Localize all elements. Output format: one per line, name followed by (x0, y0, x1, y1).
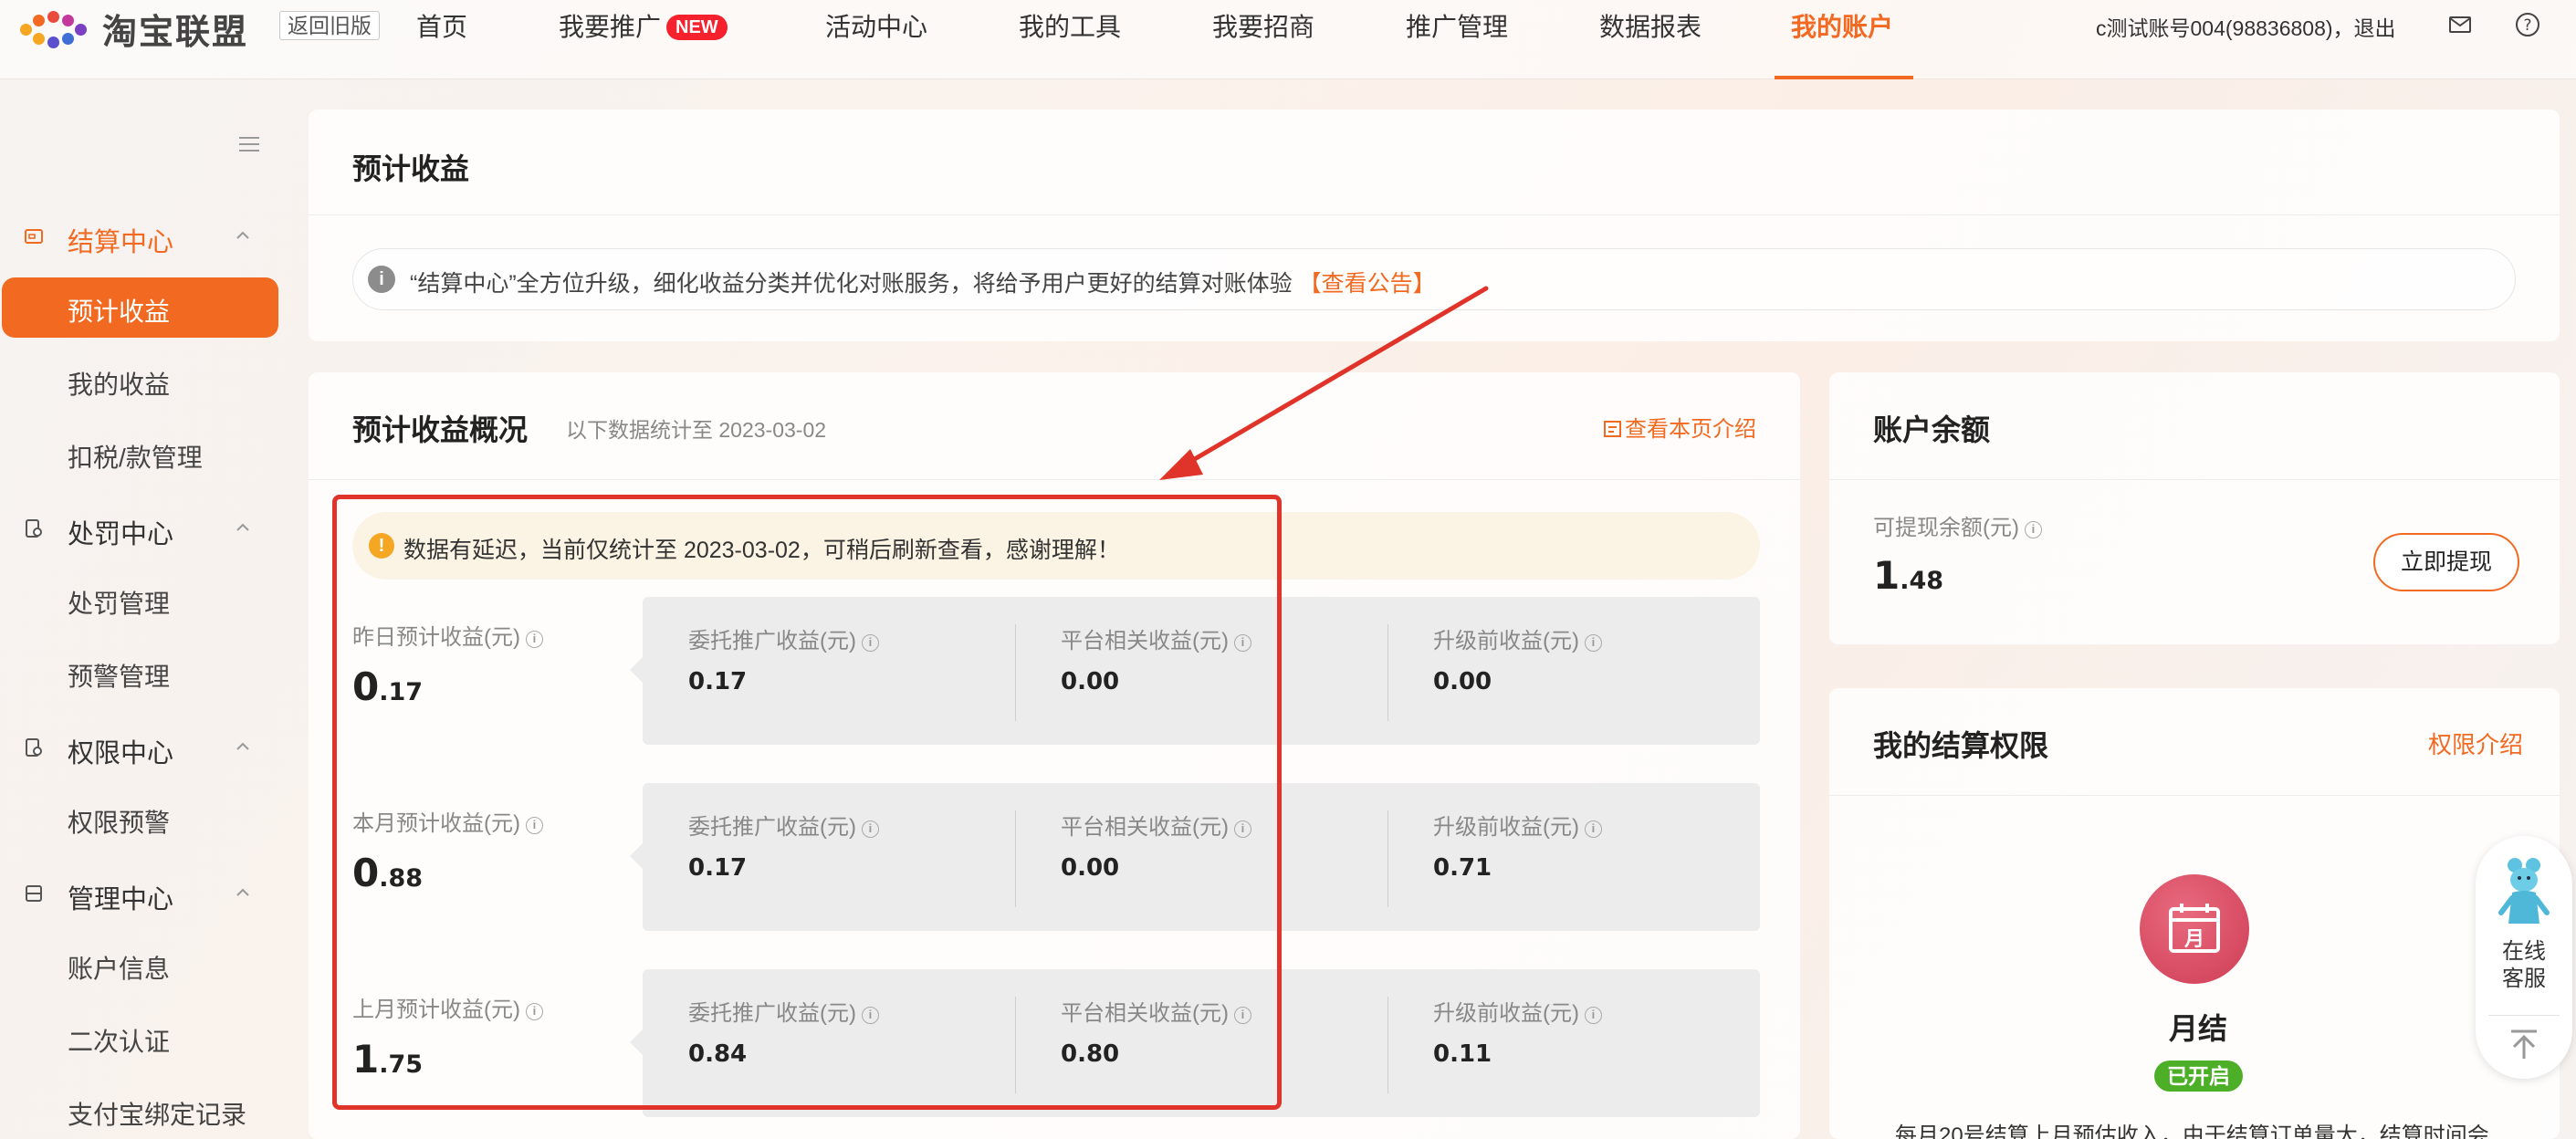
top-nav: 淘宝联盟 返回旧版 首页 我要推广 NEW 活动中心 我的工具 我要招商 推广管理… (0, 0, 2576, 79)
overview-subtitle: 以下数据统计至 2023-03-02 (566, 418, 827, 442)
nav-promote-label: 我要推广 (559, 13, 662, 41)
upgrade-notice: i “结算中心”全方位升级，细化收益分类并优化对账服务，将给予用户更好的结算对账… (352, 248, 2516, 310)
floating-service-panel: 在线 客服 (2476, 836, 2572, 1079)
breakdown-label: 升级前收益(元) i (1433, 622, 1602, 654)
online-service-label: 在线 客服 (2502, 939, 2546, 991)
withdrawable-value: 1.48 (1873, 553, 1944, 598)
sidebar-item-alipay-binding[interactable]: 支付宝绑定记录 (68, 1095, 246, 1132)
chevron-up-icon (236, 231, 249, 239)
page-intro-link[interactable]: 查看本页介绍 (1603, 411, 1756, 443)
sidebar-group-permission[interactable]: 权限中心 (0, 725, 292, 770)
new-badge: NEW (666, 15, 728, 40)
sidebar-item-estimated-income[interactable]: 预计收益 (2, 277, 278, 338)
chevron-up-icon (236, 742, 249, 750)
page-intro-label: 查看本页介绍 (1625, 417, 1756, 442)
sidebar-item-account-info[interactable]: 账户信息 (68, 949, 170, 986)
mascot-icon (2498, 858, 2550, 924)
sidebar-item-my-income[interactable]: 我的收益 (68, 365, 170, 402)
sidebar-group-label: 结算中心 (68, 228, 174, 257)
sidebar-group-management[interactable]: 管理中心 (0, 871, 292, 916)
page-title: 预计收益 (352, 152, 470, 185)
withdraw-button[interactable]: 立即提现 (2373, 533, 2519, 591)
settlement-type: 月结 (2169, 1012, 2228, 1045)
logo-icon (20, 9, 95, 49)
view-announcement-link[interactable]: 【查看公告】 (1299, 271, 1436, 297)
breakdown-value: 0.71 (1433, 854, 1492, 882)
nav-promote[interactable]: 我要推广 NEW (559, 7, 728, 44)
status-badge: 已开启 (2154, 1061, 2243, 1092)
sidebar-item-warning-management[interactable]: 预警管理 (68, 657, 170, 694)
breakdown-value: 0.00 (1433, 668, 1492, 695)
permission-icon (26, 738, 42, 757)
nav-reports[interactable]: 数据报表 (1599, 7, 1702, 44)
settlement-rights-card: 我的结算权限 权限介绍 月 月结 已开启 每月20号结算上月预估收入，由于结算订… (1829, 688, 2560, 1139)
sidebar: 结算中心 预计收益 我的收益 扣税/款管理 处罚中心 处罚管理 预警管理 权限中… (0, 80, 292, 1139)
rights-intro-link[interactable]: 权限介绍 (2428, 726, 2523, 760)
online-service-button[interactable]: 在线 客服 (2476, 836, 2572, 1015)
notice-text: “结算中心”全方位升级，细化收益分类并优化对账服务，将给予用户更好的结算对账体验 (410, 271, 1293, 297)
sidebar-group-label: 管理中心 (68, 885, 174, 914)
breakdown-label: 升级前收益(元) i (1433, 809, 1602, 841)
chevron-up-icon (236, 888, 249, 896)
sidebar-item-two-factor[interactable]: 二次认证 (68, 1022, 170, 1059)
svg-text:月: 月 (2183, 928, 2204, 951)
monthly-calendar-icon: 月 (2140, 874, 2249, 984)
nav-merchants[interactable]: 我要招商 (1212, 7, 1314, 44)
user-logout-link[interactable]: c测试账号004(98836808)，退出 (2096, 11, 2396, 42)
info-icon: i (368, 266, 395, 293)
menu-collapse-icon[interactable] (239, 135, 261, 153)
intro-icon (1604, 421, 1621, 437)
withdrawable-label: 可提现余额(元) i (1873, 509, 2042, 541)
help-icon[interactable]: ? (2514, 11, 2541, 38)
sidebar-item-penalty-management[interactable]: 处罚管理 (68, 584, 170, 621)
sidebar-group-label: 权限中心 (68, 739, 174, 768)
nav-activities[interactable]: 活动中心 (825, 7, 927, 44)
management-icon (26, 885, 42, 902)
back-to-top-icon[interactable] (2506, 1026, 2542, 1062)
chevron-up-icon (236, 523, 249, 531)
logo[interactable]: 淘宝联盟 (20, 4, 248, 54)
page-header-card: 预计收益 i “结算中心”全方位升级，细化收益分类并优化对账服务，将给予用户更好… (309, 110, 2560, 341)
sidebar-group-penalty[interactable]: 处罚中心 (0, 506, 292, 551)
breakdown-value: 0.11 (1433, 1040, 1492, 1068)
question-icon[interactable]: i (1584, 1007, 1602, 1024)
mail-icon[interactable] (2446, 11, 2474, 38)
question-icon[interactable]: i (1584, 634, 1602, 652)
question-icon[interactable]: i (1584, 820, 1602, 838)
overview-title: 预计收益概况 (352, 413, 529, 446)
account-balance-card: 账户余额 可提现余额(元) i 1.48 立即提现 (1829, 372, 2560, 644)
sidebar-item-permission-warning[interactable]: 权限预警 (68, 803, 170, 840)
sidebar-group-settlement[interactable]: 结算中心 (0, 214, 292, 259)
nav-tools[interactable]: 我的工具 (1019, 7, 1121, 44)
question-icon[interactable]: i (2024, 521, 2042, 538)
return-old-version-button[interactable]: 返回旧版 (279, 11, 380, 40)
sidebar-item-label: 预计收益 (68, 298, 171, 326)
sidebar-group-label: 处罚中心 (68, 520, 174, 549)
nav-my-account[interactable]: 我的账户 (1791, 7, 1893, 44)
penalty-icon (26, 519, 42, 538)
balance-title: 账户余额 (1873, 413, 1991, 446)
settlement-icon (25, 229, 43, 244)
sidebar-item-tax-management[interactable]: 扣税/款管理 (68, 438, 203, 475)
nav-promotion-management[interactable]: 推广管理 (1406, 7, 1508, 44)
highlight-box (332, 495, 1282, 1110)
svg-text:?: ? (2523, 16, 2531, 35)
breakdown-label: 升级前收益(元) i (1433, 995, 1602, 1027)
nav-home[interactable]: 首页 (416, 7, 467, 44)
settlement-description: 每月20号结算上月预估收入，由于结算订单量大，结算时间会 (1895, 1123, 2489, 1139)
logo-text: 淘宝联盟 (102, 14, 249, 52)
nav-active-indicator (1775, 76, 1913, 79)
rights-title: 我的结算权限 (1873, 729, 2049, 762)
